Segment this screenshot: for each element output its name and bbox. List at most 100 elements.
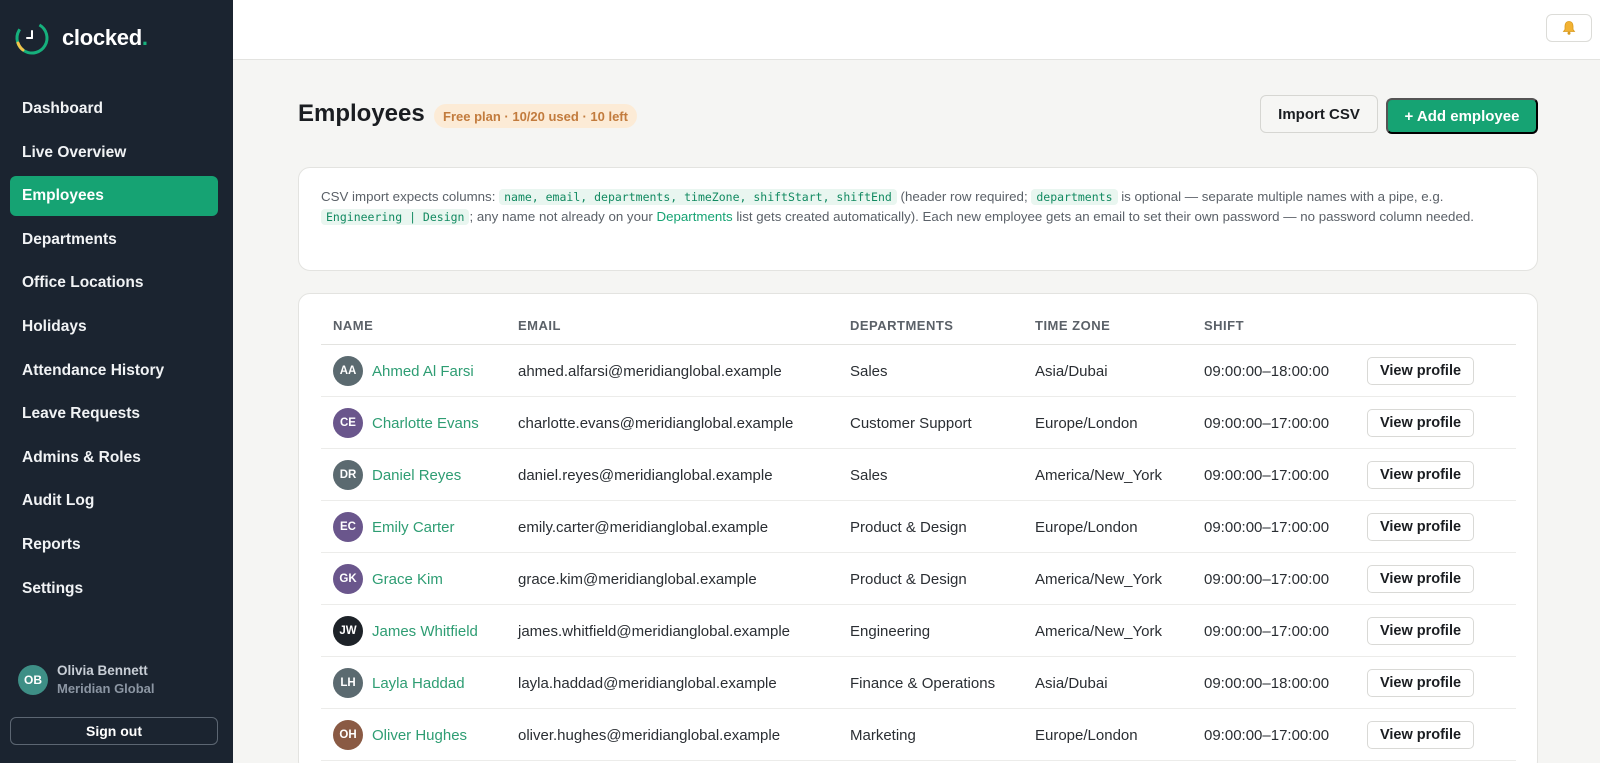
departments-cell: Product & Design	[850, 518, 967, 536]
employee-name-link[interactable]: Oliver Hughes	[372, 727, 467, 744]
user-name: Olivia Bennett	[57, 663, 148, 678]
import-csv-button[interactable]: Import CSV	[1260, 95, 1378, 133]
current-user: OB Olivia Bennett Meridian Global	[18, 662, 155, 698]
sidebar-item-reports[interactable]: Reports	[10, 525, 218, 565]
sidebar-item-live-overview[interactable]: Live Overview	[10, 133, 218, 173]
column-header-email[interactable]: EMAIL	[518, 318, 561, 333]
sign-out-button[interactable]: Sign out	[10, 717, 218, 745]
departments-cell: Product & Design	[850, 570, 967, 588]
notifications-button[interactable]	[1546, 14, 1592, 42]
departments-cell: Finance & Operations	[850, 674, 996, 692]
shift-cell: 09:00:00–18:00:00	[1204, 362, 1330, 380]
timezone-cell: Asia/Dubai	[1035, 674, 1108, 692]
table-row: OH Oliver Hughes oliver.hughes@meridianglo…	[321, 709, 1516, 761]
email-cell: james.whitfield@meridianglobal.example	[518, 622, 791, 640]
sidebar-item-employees[interactable]: Employees	[10, 176, 218, 217]
actions-cell: View profile	[1367, 605, 1474, 657]
user-avatar: OB	[18, 665, 48, 695]
table-row: JW James Whitfield james.whitfield@meridia…	[321, 605, 1516, 657]
sidebar-item-office-locations[interactable]: Office Locations	[10, 263, 218, 303]
view-profile-button[interactable]: View profile	[1367, 513, 1474, 541]
employee-avatar: EC	[333, 512, 363, 542]
employee-name-link[interactable]: Grace Kim	[372, 571, 443, 588]
sidebar-item-leave-requests[interactable]: Leave Requests	[10, 394, 218, 434]
email-cell: charlotte.evans@meridianglobal.example	[518, 414, 794, 432]
sidebar-item-dashboard[interactable]: Dashboard	[10, 89, 218, 129]
timezone-cell: America/New_York	[1035, 466, 1162, 484]
employee-name-link[interactable]: Daniel Reyes	[372, 467, 461, 484]
pipe-example-code: Engineering | Design	[321, 209, 470, 225]
page-title: Employees	[298, 100, 425, 127]
table-header: NAME EMAIL DEPARTMENTS TIME ZONE SHIFT	[321, 318, 1516, 345]
app-logo[interactable]: clocked.	[14, 20, 148, 56]
sidebar-item-audit-log[interactable]: Audit Log	[10, 481, 218, 521]
column-header-timezone[interactable]: TIME ZONE	[1035, 318, 1110, 333]
view-profile-button[interactable]: View profile	[1367, 617, 1474, 645]
name-cell: DR Daniel Reyes	[333, 449, 461, 501]
view-profile-button[interactable]: View profile	[1367, 409, 1474, 437]
employee-name-link[interactable]: James Whitfield	[372, 623, 478, 640]
csv-import-info: CSV import expects columns: name, email,…	[298, 167, 1538, 271]
timezone-cell: Asia/Dubai	[1035, 362, 1108, 380]
name-cell: GK Grace Kim	[333, 553, 443, 605]
sidebar-item-attendance-history[interactable]: Attendance History	[10, 351, 218, 391]
name-cell: AA Ahmed Al Farsi	[333, 345, 474, 397]
timezone-cell: Europe/London	[1035, 518, 1138, 536]
view-profile-button[interactable]: View profile	[1367, 357, 1474, 385]
timezone-cell: Europe/London	[1035, 726, 1138, 744]
departments-cell: Sales	[850, 466, 888, 484]
email-cell: emily.carter@meridianglobal.example	[518, 518, 769, 536]
email-cell: ahmed.alfarsi@meridianglobal.example	[518, 362, 782, 380]
sidebar-nav: Dashboard Live Overview Employees Depart…	[10, 89, 218, 612]
app-name: clocked.	[62, 25, 148, 50]
sidebar-item-settings[interactable]: Settings	[10, 569, 218, 609]
view-profile-button[interactable]: View profile	[1367, 721, 1474, 749]
email-cell: oliver.hughes@meridianglobal.example	[518, 726, 781, 744]
employee-avatar: CE	[333, 408, 363, 438]
timezone-cell: America/New_York	[1035, 570, 1162, 588]
column-header-departments[interactable]: DEPARTMENTS	[850, 318, 953, 333]
employee-name-link[interactable]: Ahmed Al Farsi	[372, 363, 474, 380]
actions-cell: View profile	[1367, 657, 1474, 709]
add-employee-button[interactable]: + Add employee	[1386, 98, 1538, 134]
actions-cell: View profile	[1367, 501, 1474, 553]
employee-name-link[interactable]: Emily Carter	[372, 519, 455, 536]
view-profile-button[interactable]: View profile	[1367, 669, 1474, 697]
actions-cell: View profile	[1367, 449, 1474, 501]
employees-table: NAME EMAIL DEPARTMENTS TIME ZONE SHIFT A…	[298, 293, 1538, 763]
top-bar	[233, 0, 1600, 60]
employee-name-link[interactable]: Charlotte Evans	[372, 415, 479, 432]
view-profile-button[interactable]: View profile	[1367, 461, 1474, 489]
departments-cell: Sales	[850, 362, 888, 380]
column-header-name[interactable]: NAME	[333, 318, 373, 333]
employee-avatar: GK	[333, 564, 363, 594]
departments-link[interactable]: Departments	[657, 209, 733, 224]
email-cell: grace.kim@meridianglobal.example	[518, 570, 757, 588]
name-cell: LH Layla Haddad	[333, 657, 465, 709]
shift-cell: 09:00:00–17:00:00	[1204, 622, 1330, 640]
plan-usage-badge: Free plan · 10/20 used · 10 left	[434, 104, 637, 128]
table-row: DR Daniel Reyes daniel.reyes@meridiangloba…	[321, 449, 1516, 501]
actions-cell: View profile	[1367, 345, 1474, 397]
employee-avatar: OH	[333, 720, 363, 750]
table-row: AA Ahmed Al Farsi ahmed.alfarsi@meridiangl…	[321, 345, 1516, 397]
employee-name-link[interactable]: Layla Haddad	[372, 675, 465, 692]
table-row: LH Layla Haddad layla.haddad@meridiangloba…	[321, 657, 1516, 709]
email-cell: layla.haddad@meridianglobal.example	[518, 674, 777, 692]
view-profile-button[interactable]: View profile	[1367, 565, 1474, 593]
column-header-shift[interactable]: SHIFT	[1204, 318, 1244, 333]
sidebar-item-holidays[interactable]: Holidays	[10, 307, 218, 347]
employee-avatar: LH	[333, 668, 363, 698]
actions-cell: View profile	[1367, 709, 1474, 761]
email-cell: daniel.reyes@meridianglobal.example	[518, 466, 773, 484]
employee-avatar: AA	[333, 356, 363, 386]
shift-cell: 09:00:00–17:00:00	[1204, 570, 1330, 588]
employee-avatar: DR	[333, 460, 363, 490]
sidebar-item-admins-roles[interactable]: Admins & Roles	[10, 438, 218, 478]
user-org: Meridian Global	[57, 681, 155, 696]
departments-cell: Engineering	[850, 622, 931, 640]
shift-cell: 09:00:00–17:00:00	[1204, 466, 1330, 484]
departments-cell: Customer Support	[850, 414, 972, 432]
name-cell: JW James Whitfield	[333, 605, 478, 657]
sidebar-item-departments[interactable]: Departments	[10, 220, 218, 260]
